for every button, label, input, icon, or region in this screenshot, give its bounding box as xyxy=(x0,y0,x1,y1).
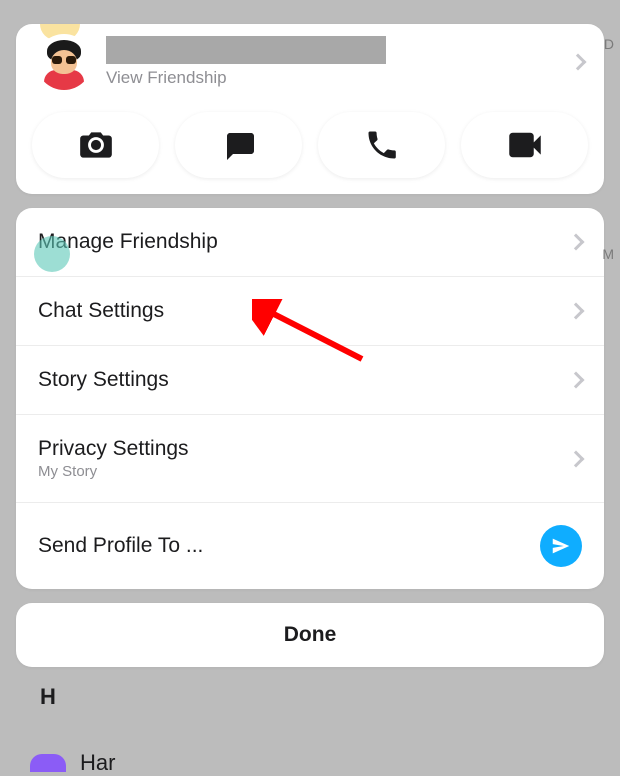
avatar xyxy=(36,34,92,90)
bg-index-letter-h: H xyxy=(40,684,56,710)
manage-friendship-label: Manage Friendship xyxy=(38,230,570,254)
phone-icon xyxy=(364,127,400,163)
story-settings-label: Story Settings xyxy=(38,368,570,392)
quick-action-row xyxy=(16,94,604,178)
chat-button[interactable] xyxy=(175,112,302,178)
bg-index-letter-m: M xyxy=(602,246,614,262)
chevron-right-icon xyxy=(568,450,585,467)
chevron-right-icon xyxy=(568,303,585,320)
chevron-right-icon xyxy=(568,234,585,251)
chevron-right-icon xyxy=(570,54,587,71)
chat-settings-item[interactable]: Chat Settings xyxy=(16,277,604,346)
send-profile-label: Send Profile To ... xyxy=(38,534,540,558)
privacy-settings-label: Privacy Settings xyxy=(38,437,570,461)
chat-settings-label: Chat Settings xyxy=(38,299,570,323)
bg-index-letter: D xyxy=(604,36,614,52)
camera-button[interactable] xyxy=(32,112,159,178)
done-button[interactable]: Done xyxy=(16,603,604,667)
manage-friendship-item[interactable]: Manage Friendship xyxy=(16,208,604,277)
username-redacted xyxy=(106,36,386,64)
video-icon xyxy=(504,124,546,166)
call-button[interactable] xyxy=(318,112,445,178)
bg-list-item-peek: Har xyxy=(30,750,115,776)
send-icon xyxy=(540,525,582,567)
chevron-right-icon xyxy=(568,372,585,389)
privacy-settings-item[interactable]: Privacy Settings My Story xyxy=(16,415,604,503)
send-profile-item[interactable]: Send Profile To ... xyxy=(16,503,604,589)
privacy-settings-subtitle: My Story xyxy=(38,463,570,480)
profile-card: View Friendship xyxy=(16,24,604,194)
camera-icon xyxy=(77,126,115,164)
bg-avatar-peek-2 xyxy=(34,236,70,272)
settings-list-card: Manage Friendship Chat Settings Story Se… xyxy=(16,208,604,589)
profile-header-row[interactable]: View Friendship xyxy=(16,24,604,94)
profile-text-block: View Friendship xyxy=(106,36,572,88)
story-settings-item[interactable]: Story Settings xyxy=(16,346,604,415)
video-call-button[interactable] xyxy=(461,112,588,178)
chat-icon xyxy=(221,127,257,163)
done-label: Done xyxy=(16,623,604,647)
view-friendship-label: View Friendship xyxy=(106,68,572,88)
